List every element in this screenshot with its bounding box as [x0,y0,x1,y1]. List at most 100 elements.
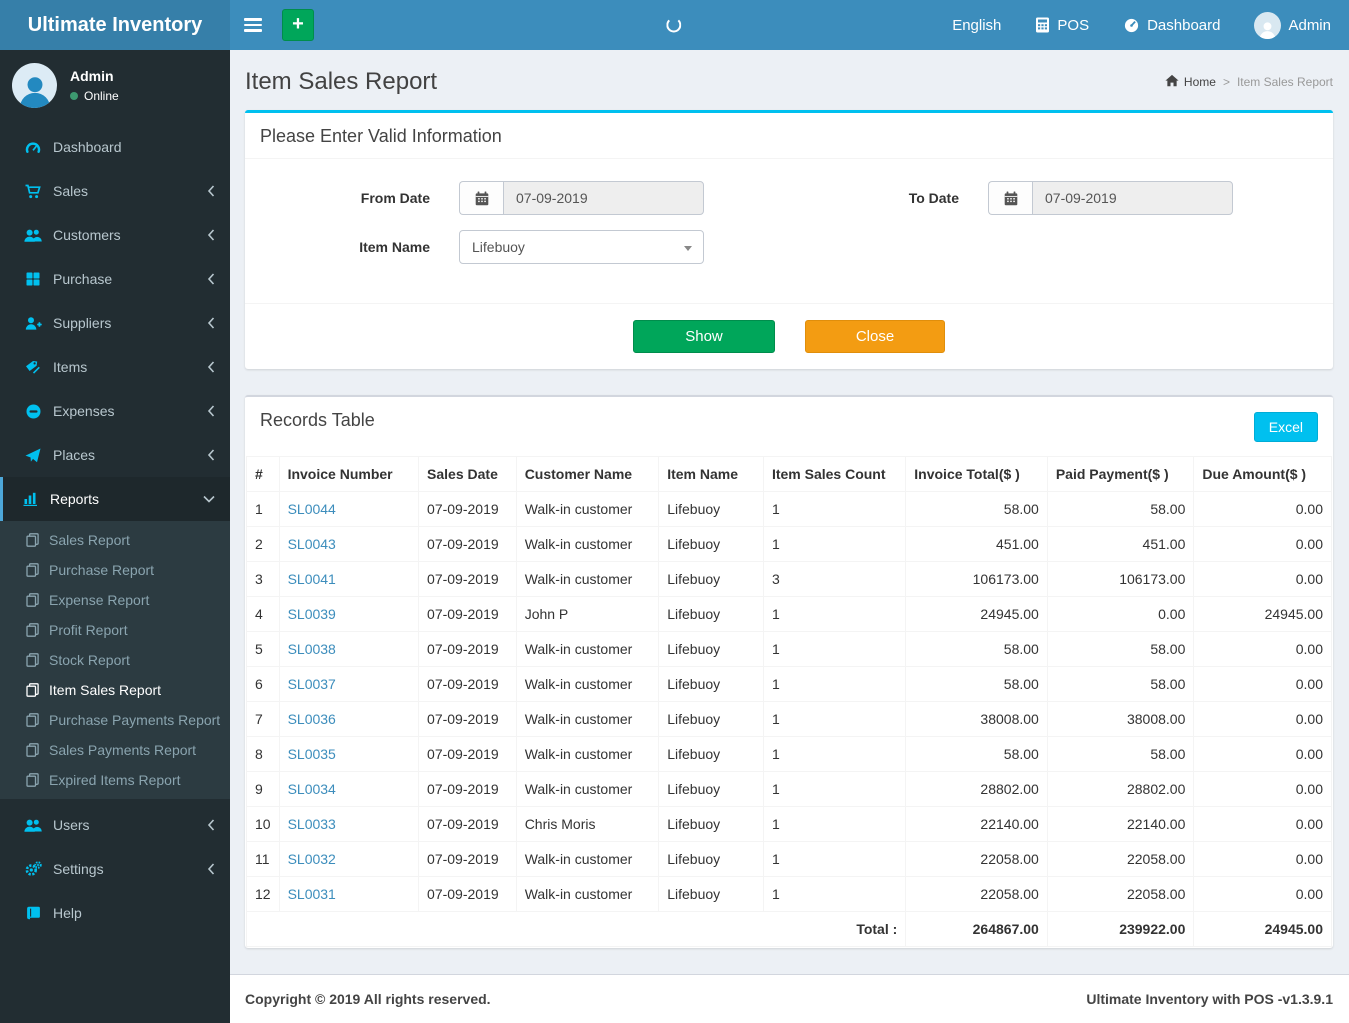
sidebar-item-reports[interactable]: Reports [0,477,230,521]
submenu-purchase-payments-report[interactable]: Purchase Payments Report [0,705,230,735]
paid-payment: 0.00 [1046,596,1195,632]
item-sales-count: 1 [762,806,907,842]
sidebar-item-dashboard[interactable]: Dashboard [0,125,230,169]
submenu-item-sales-report[interactable]: Item Sales Report [0,675,230,705]
row-index: 1 [246,491,280,527]
show-button[interactable]: Show [633,320,775,353]
paid-payment: 451.00 [1046,526,1195,562]
sidebar-menu: Dashboard Sales Customers Purchase Suppl… [0,125,230,521]
submenu-sales-payments-report[interactable]: Sales Payments Report [0,735,230,765]
sales-date: 07-09-2019 [418,771,517,807]
row-index: 2 [246,526,280,562]
submenu-stock-report[interactable]: Stock Report [0,645,230,675]
invoice-link[interactable]: SL0043 [288,536,336,552]
excel-export-button[interactable]: Excel [1253,412,1318,442]
item-name: Lifebuoy [658,561,764,597]
paper-plane-icon [24,448,42,463]
chevron-left-icon [207,863,215,875]
sidebar-user-status: Online [70,89,119,103]
row-index: 3 [246,561,280,597]
dashboard-icon [1123,17,1140,33]
page-title: Item Sales Report [245,68,438,95]
item-sales-count: 1 [762,736,907,772]
filter-panel: Please Enter Valid Information From Date [245,110,1333,369]
app-brand[interactable]: Ultimate Inventory [0,0,230,50]
due-amount: 0.00 [1193,736,1332,772]
due-amount: 0.00 [1193,841,1332,877]
invoice-total: 38008.00 [905,701,1048,737]
submenu-profit-report[interactable]: Profit Report [0,615,230,645]
customer-name: Walk-in customer [515,491,660,527]
table-row: 6 SL0037 07-09-2019 Walk-in customer Lifebuo… [246,666,1332,702]
submenu-expense-report[interactable]: Expense Report [0,585,230,615]
nav-user-menu[interactable]: Admin [1254,11,1331,39]
breadcrumb-home-link[interactable]: Home [1165,74,1216,90]
row-index: 10 [246,806,280,842]
submenu-expired-items-report[interactable]: Expired Items Report [0,765,230,795]
invoice-link[interactable]: SL0033 [288,816,336,832]
invoice-link[interactable]: SL0036 [288,711,336,727]
sidebar-item-help[interactable]: Help [0,891,230,935]
from-date-input[interactable] [503,181,704,215]
invoice-link[interactable]: SL0031 [288,886,336,902]
chevron-left-icon [207,405,215,417]
item-sales-count: 1 [762,526,907,562]
invoice-link[interactable]: SL0037 [288,676,336,692]
topbar-nav: English POS Dashboard Admin [952,0,1349,50]
sidebar-item-places[interactable]: Places [0,433,230,477]
submenu-sales-report[interactable]: Sales Report [0,525,230,555]
col-due-amount: Due Amount($ ) [1193,456,1332,492]
sidebar-item-sales[interactable]: Sales [0,169,230,213]
copy-icon [24,623,40,637]
customer-name: Walk-in customer [515,526,660,562]
customer-name: Walk-in customer [515,561,660,597]
cart-icon [24,184,42,199]
customer-name: Walk-in customer [515,841,660,877]
row-index: 11 [246,841,280,877]
sidebar-toggle-icon[interactable] [230,0,276,50]
nav-pos[interactable]: POS [1035,17,1089,34]
row-index: 5 [246,631,280,667]
table-row: 7 SL0036 07-09-2019 Walk-in customer Lifebuo… [246,701,1332,737]
item-sales-count: 1 [762,841,907,877]
col-item-sales-count: Item Sales Count [762,456,907,492]
invoice-link[interactable]: SL0039 [288,606,336,622]
close-button[interactable]: Close [805,320,945,353]
sales-date: 07-09-2019 [418,736,517,772]
sidebar-item-purchase[interactable]: Purchase [0,257,230,301]
customer-name: Walk-in customer [515,876,660,912]
item-name: Lifebuoy [658,876,764,912]
invoice-link[interactable]: SL0038 [288,641,336,657]
table-row: 10 SL0033 07-09-2019 Chris Moris Lifebuoy 1 22… [246,806,1332,842]
invoice-link[interactable]: SL0035 [288,746,336,762]
sales-date: 07-09-2019 [418,876,517,912]
invoice-total: 24945.00 [905,596,1048,632]
item-name-select[interactable]: Lifebuoy [459,230,704,264]
col-invoice-total: Invoice Total($ ) [905,456,1048,492]
nav-dashboard[interactable]: Dashboard [1123,17,1220,34]
to-date-input[interactable] [1032,181,1233,215]
sidebar-item-items[interactable]: Items [0,345,230,389]
sidebar-item-suppliers[interactable]: Suppliers [0,301,230,345]
invoice-link[interactable]: SL0034 [288,781,336,797]
col-paid-payment: Paid Payment($ ) [1046,456,1195,492]
copy-icon [24,683,40,697]
invoice-number: SL0044 [278,491,420,527]
customer-name: Walk-in customer [515,771,660,807]
customer-name: Walk-in customer [515,631,660,667]
invoice-link[interactable]: SL0032 [288,851,336,867]
sidebar-item-users[interactable]: Users [0,803,230,847]
invoice-link[interactable]: SL0044 [288,501,336,517]
sidebar-item-expenses[interactable]: Expenses [0,389,230,433]
copy-icon [24,593,40,607]
quick-add-button[interactable]: + [282,9,314,41]
filter-panel-title: Please Enter Valid Information [245,113,1333,159]
sidebar-item-customers[interactable]: Customers [0,213,230,257]
sidebar-item-settings[interactable]: Settings [0,847,230,891]
breadcrumb: Home > Item Sales Report [1165,74,1333,90]
due-amount: 0.00 [1193,701,1332,737]
invoice-link[interactable]: SL0041 [288,571,336,587]
nav-language[interactable]: English [952,17,1001,34]
submenu-purchase-report[interactable]: Purchase Report [0,555,230,585]
row-index: 6 [246,666,280,702]
